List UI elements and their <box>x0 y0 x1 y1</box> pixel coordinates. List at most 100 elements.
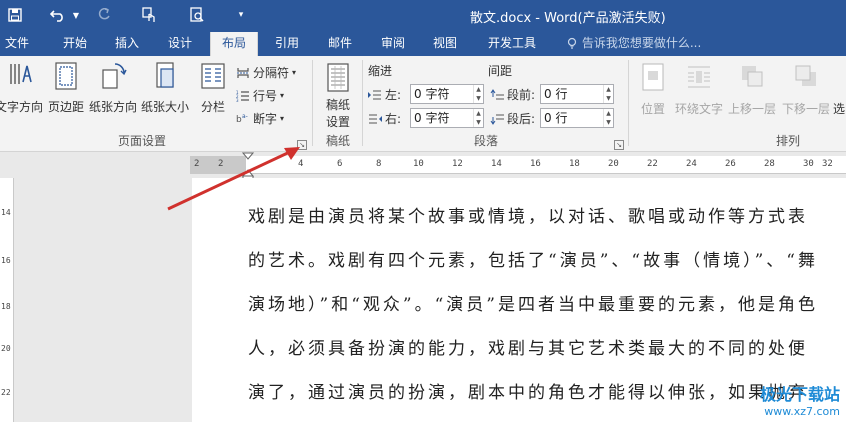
send-backward-icon <box>795 65 816 86</box>
page-size-icon <box>156 62 174 88</box>
line-numbers-label: 行号 <box>253 89 278 103</box>
tab-mailings[interactable]: 邮件 <box>323 30 357 56</box>
print-preview-icon[interactable] <box>186 0 208 30</box>
page-setup-launcher-icon[interactable]: ↘ <box>297 140 307 150</box>
bring-forward-button[interactable]: 上移一层 <box>726 62 778 117</box>
line-numbers-button[interactable]: 123 行号 ▾ <box>236 87 284 104</box>
indent-left-icon <box>368 90 381 99</box>
save-icon[interactable] <box>4 0 26 30</box>
breaks-label: 分隔符 <box>253 66 290 80</box>
tell-me-search[interactable]: 告诉我您想要做什么... <box>566 30 701 56</box>
columns-button[interactable]: 分栏 <box>196 60 230 115</box>
document-line[interactable]: 演场地）”和“观众”。“演员”是四者当中最重要的元素，他是角色 <box>248 290 818 315</box>
wrap-text-icon <box>688 66 710 88</box>
draft-paper-icon <box>327 63 349 92</box>
ruler-tick: 4 <box>298 159 304 169</box>
spacing-before-label: 段前: <box>490 86 535 103</box>
spacing-title: 间距 <box>488 64 513 78</box>
spacing-after-input[interactable]: 0 行 ▲ ▼ <box>540 108 614 128</box>
text-direction-button[interactable]: 文字方向 <box>0 60 44 115</box>
spinner-icon[interactable]: ▲ ▼ <box>473 109 483 127</box>
paragraph-launcher-icon[interactable]: ↘ <box>614 140 624 150</box>
draft-group-label: 稿纸 <box>326 134 351 148</box>
orientation-button[interactable]: 纸张方向 <box>87 60 139 115</box>
draft-paper-button[interactable]: 稿纸 设置 <box>320 62 356 130</box>
spinner-icon[interactable]: ▲ ▼ <box>603 85 613 103</box>
columns-icon <box>201 63 225 89</box>
ruler-tick: 2 <box>218 159 224 169</box>
margins-label: 页边距 <box>47 100 84 114</box>
indent-right-icon <box>369 114 382 123</box>
draft-paper-label-1: 稿纸 <box>325 98 350 112</box>
chevron-down-icon: ▾ <box>280 114 285 123</box>
ruler-tick: 12 <box>452 159 463 169</box>
horizontal-ruler[interactable]: 2 2 4 6 8 10 12 14 16 18 20 22 24 26 28 … <box>190 156 846 174</box>
wrap-text-button[interactable]: 环绕文字 <box>674 62 724 117</box>
ruler-tick: 32 <box>822 159 833 169</box>
tab-insert[interactable]: 插入 <box>110 30 144 56</box>
breaks-button[interactable]: 分隔符 ▾ <box>236 64 296 81</box>
position-button[interactable]: 位置 <box>634 62 672 117</box>
ruler-tick: 28 <box>764 159 775 169</box>
window-title: 散文.docx - Word(产品激活失败) <box>470 11 666 26</box>
bring-forward-icon <box>742 66 763 87</box>
ruler-tick: 22 <box>647 159 658 169</box>
indent-right-label: 右: <box>368 110 401 127</box>
tab-view[interactable]: 视图 <box>428 30 462 56</box>
tab-references[interactable]: 引用 <box>270 30 304 56</box>
page-setup-group-label: 页面设置 <box>118 134 167 148</box>
touch-mode-icon[interactable] <box>138 0 160 30</box>
undo-dropdown-icon[interactable]: ▼ <box>70 0 82 30</box>
draft-paper-label-2: 设置 <box>325 115 350 129</box>
ribbon: 文字方向 页边距 纸张方向 纸张大小 分栏 分隔符 ▾ 123 行号 ▾ b a- 断… <box>0 56 846 152</box>
vertical-ruler[interactable]: 14 16 18 20 22 <box>0 178 14 422</box>
document-line[interactable]: 的艺术。戏剧有四个元素，包括了“演员”、“故事（情境）”、“舞 <box>248 246 818 271</box>
ruler-tick: 14 <box>491 159 502 169</box>
tab-home[interactable]: 开始 <box>58 30 92 56</box>
position-icon <box>642 63 664 91</box>
customize-toolbar-icon[interactable]: ▾ <box>234 0 248 30</box>
document-line[interactable]: 演了，通过演员的扮演，剧本中的角色才能得以伸张，如果抛弃 <box>248 378 808 403</box>
position-label: 位置 <box>640 102 665 116</box>
watermark-name: 极光下载站 <box>759 385 840 404</box>
tab-review[interactable]: 审阅 <box>376 30 410 56</box>
spacing-after-icon <box>490 114 504 125</box>
margins-icon <box>55 62 77 90</box>
hyphenation-label: 断字 <box>253 112 278 126</box>
spinner-icon[interactable]: ▲ ▼ <box>473 85 483 103</box>
ruler-tick: 18 <box>1 302 11 311</box>
orientation-label: 纸张方向 <box>88 100 137 114</box>
size-button[interactable]: 纸张大小 <box>139 60 191 115</box>
ruler-tick: 18 <box>569 159 580 169</box>
margins-button[interactable]: 页边距 <box>46 60 86 115</box>
spacing-before-icon <box>490 88 504 99</box>
tab-file[interactable]: 文件 <box>2 30 32 56</box>
svg-text:3: 3 <box>236 98 239 103</box>
indent-right-input[interactable]: 0 字符 ▲ ▼ <box>410 108 484 128</box>
size-label: 纸张大小 <box>140 100 189 114</box>
undo-icon[interactable] <box>46 0 70 30</box>
send-backward-label: 下移一层 <box>781 102 830 116</box>
ruler-tick: 10 <box>413 159 424 169</box>
hyphenation-button[interactable]: b a- 断字 ▾ <box>236 110 284 127</box>
breaks-icon <box>237 67 249 78</box>
spacing-before-input[interactable]: 0 行 ▲ ▼ <box>540 84 614 104</box>
ruler-tick: 22 <box>1 388 11 397</box>
redo-icon[interactable] <box>94 0 114 30</box>
send-backward-button[interactable]: 下移一层 <box>780 62 832 117</box>
group-divider <box>362 60 363 146</box>
tab-design[interactable]: 设计 <box>163 30 197 56</box>
ruler-tick: 14 <box>1 208 11 217</box>
watermark-logo: 极光下载站 www.xz7.com <box>760 381 840 418</box>
indent-left-input[interactable]: 0 字符 ▲ ▼ <box>410 84 484 104</box>
wrap-text-label: 环绕文字 <box>674 102 723 116</box>
chevron-down-icon: ▾ <box>292 68 297 77</box>
group-divider <box>628 60 629 146</box>
document-line[interactable]: 人，必须具备扮演的能力，戏剧与其它艺术类最大的不同的处便 <box>248 334 808 359</box>
document-line[interactable]: 戏剧是由演员将某个故事或情境，以对话、歌唱或动作等方式表 <box>248 202 808 227</box>
selection-pane-button[interactable]: 选 <box>832 100 846 117</box>
tab-layout[interactable]: 布局 <box>210 32 258 56</box>
tab-developer[interactable]: 开发工具 <box>484 30 540 56</box>
ruler-tick: 20 <box>1 344 11 353</box>
spinner-icon[interactable]: ▲ ▼ <box>603 109 613 127</box>
